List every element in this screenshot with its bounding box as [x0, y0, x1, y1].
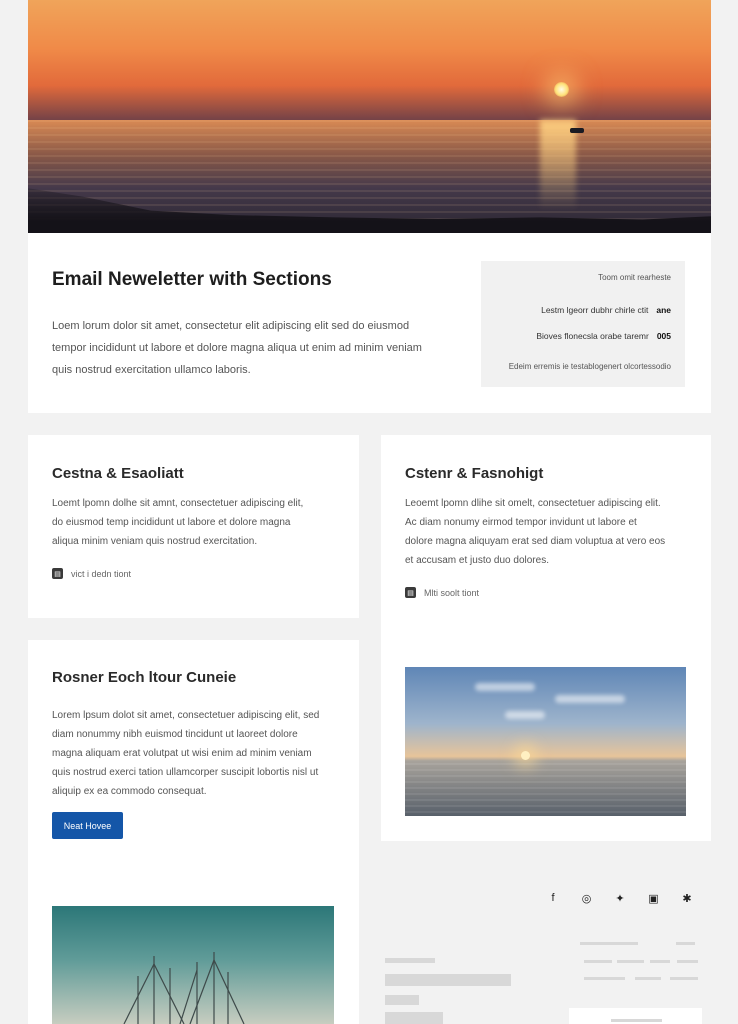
- footer-placeholder: [385, 1012, 443, 1024]
- sailboats-photo: [52, 906, 334, 1024]
- section-link-label: Mlti soolt tiont: [424, 587, 480, 598]
- link-icon: ▤: [405, 587, 416, 598]
- summary-row-value: ane: [656, 305, 671, 315]
- footer-placeholder: [617, 960, 644, 963]
- cloud: [505, 711, 545, 719]
- section-link-label: vict i dedn tiont: [71, 568, 132, 579]
- instagram-icon[interactable]: ◎: [579, 890, 595, 906]
- section-link[interactable]: ▤ Mlti soolt tiont: [405, 587, 479, 598]
- section-card-3: Rosner Eoch ltour Cuneie Lorem lpsum dol…: [28, 640, 359, 1024]
- cloud: [475, 683, 535, 691]
- section-text: Lorem lpsum dolot sit amet, consectetuer…: [52, 710, 320, 797]
- youtube-icon[interactable]: ▣: [646, 890, 662, 906]
- section-title: Cestna & Esaoliatt: [52, 465, 184, 482]
- section-title: Rosner Eoch ltour Cuneie: [52, 669, 237, 686]
- footer-placeholder: [676, 942, 695, 945]
- footer-placeholder: [385, 958, 435, 963]
- footer-placeholder: [670, 977, 698, 980]
- summary-box: Toom omit rearheste Lestm lgeorr dubhr c…: [481, 261, 685, 387]
- sun: [554, 82, 569, 97]
- link-icon: ▤: [52, 568, 63, 579]
- news-button[interactable]: Neat Hovee: [52, 812, 123, 839]
- summary-heading: Toom omit rearheste: [598, 273, 671, 282]
- summary-row-label: Bioves flonecsla orabe taremr: [536, 331, 649, 341]
- footer-placeholder: [385, 974, 511, 986]
- cloud: [555, 695, 625, 703]
- social-links: f ◎ ✦ ▣ ✱: [545, 890, 695, 906]
- section-text: Leoemt lpomn dlihe sit omelt, consectetu…: [405, 498, 666, 566]
- footer-placeholder: [584, 977, 625, 980]
- section-card-2: Cstenr & Fasnohigt Leoemt lpomn dlihe si…: [381, 435, 711, 841]
- ship-masts-icon: [123, 952, 245, 1024]
- facebook-icon[interactable]: f: [545, 890, 561, 906]
- ocean-sunset-photo: [405, 667, 686, 816]
- footer-placeholder: [580, 942, 638, 945]
- section-link[interactable]: ▤ vict i dedn tiont: [52, 568, 131, 579]
- summary-row: Bioves flonecsla orabe taremr 005: [493, 331, 671, 341]
- footer-placeholder: [611, 1019, 662, 1022]
- footer-placeholder: [677, 960, 698, 963]
- star-icon[interactable]: ✱: [679, 890, 695, 906]
- section-text: Loemt lpomn dolhe sit amnt, consectetuer…: [52, 498, 304, 547]
- section-card-1: Cestna & Esaoliatt Loemt lpomn dolhe sit…: [28, 435, 359, 618]
- section-title: Cstenr & Fasnohigt: [405, 465, 544, 482]
- sun: [521, 751, 530, 760]
- twitter-icon[interactable]: ✦: [612, 890, 628, 906]
- summary-row: Lestm lgeorr dubhr chirle ctit ane: [493, 305, 671, 315]
- footer-placeholder: [650, 960, 670, 963]
- footer-placeholder: [584, 960, 612, 963]
- summary-row-value: 005: [656, 331, 671, 341]
- hero-sunset-image: [28, 0, 711, 233]
- intro-section: Email Neweletter with Sections Loem loru…: [28, 233, 711, 413]
- summary-footer: Edeim erremis ie testablogenert olcortes…: [508, 362, 671, 371]
- footer-placeholder: [635, 977, 661, 980]
- newsletter-title: Email Neweletter with Sections: [52, 269, 332, 290]
- sun-reflection: [540, 120, 576, 210]
- hero-sky: [28, 0, 711, 122]
- intro-text: Loem lorum dolor sit amet, consectetur e…: [52, 320, 422, 376]
- summary-row-label: Lestm lgeorr dubhr chirle ctit: [541, 305, 649, 315]
- boat: [570, 128, 584, 133]
- footer-placeholder: [385, 995, 419, 1005]
